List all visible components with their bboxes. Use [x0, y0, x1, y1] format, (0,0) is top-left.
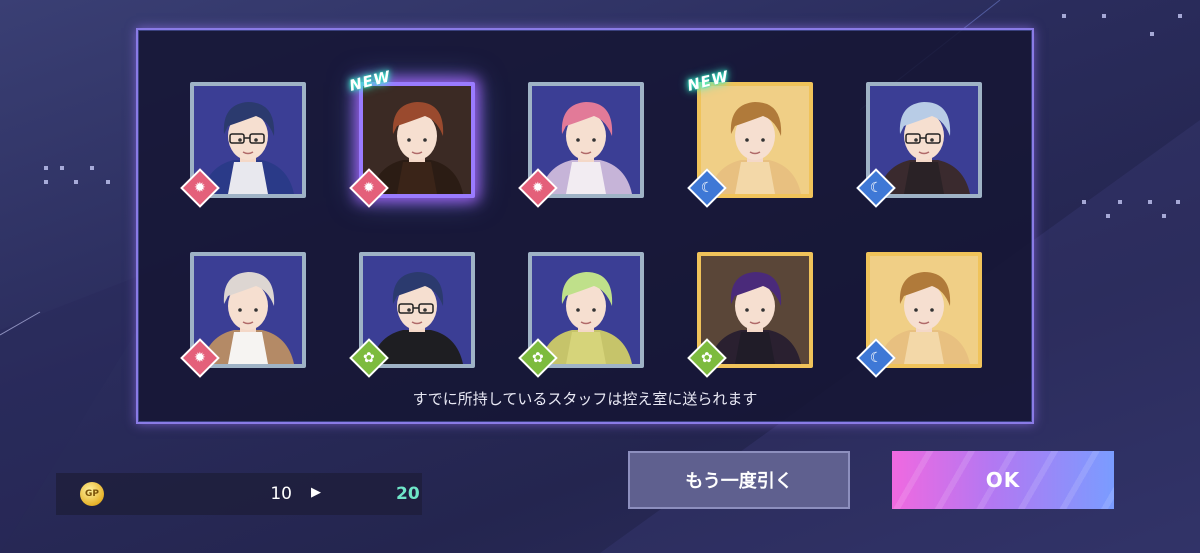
draw-again-button[interactable]: もう一度引く — [628, 451, 850, 509]
draw-again-label: もう一度引く — [685, 471, 793, 492]
staff-card[interactable]: ☾ — [856, 252, 982, 378]
staff-card[interactable]: ☾ NEW — [685, 67, 813, 208]
gp-counter: GP 10 ▶ 20 — [56, 473, 422, 515]
decor-dots-left — [44, 166, 114, 196]
staff-card[interactable]: ✹ — [180, 82, 306, 208]
staff-card[interactable]: ✹ NEW — [347, 67, 475, 208]
staff-card[interactable]: ☾ — [856, 82, 982, 208]
ok-label: OK — [985, 468, 1021, 492]
staff-card[interactable]: ✿ — [687, 252, 813, 378]
gp-before-value: 10 — [270, 484, 292, 504]
staff-card[interactable]: ✹ — [180, 252, 306, 378]
staff-card[interactable]: ✿ — [349, 252, 475, 378]
decor-dots-right — [1062, 14, 1192, 264]
staff-card[interactable]: ✹ — [518, 82, 644, 208]
staff-card[interactable]: ✿ — [518, 252, 644, 378]
gp-coin-icon: GP — [80, 482, 104, 506]
ok-button[interactable]: OK — [892, 451, 1114, 509]
gp-arrow-icon: ▶ — [311, 485, 321, 500]
duplicate-notice: すでに所持しているスタッフは控え室に送られます — [412, 390, 758, 408]
gp-after-value: 20 — [396, 484, 420, 504]
gacha-results-panel: ✹ ✹ NEW ✹ ☾ NEW ☾ ✹ ✿ ✿ ✿ ☾ すでに所持しているスタッフは控え室に送られます — [136, 28, 1034, 424]
